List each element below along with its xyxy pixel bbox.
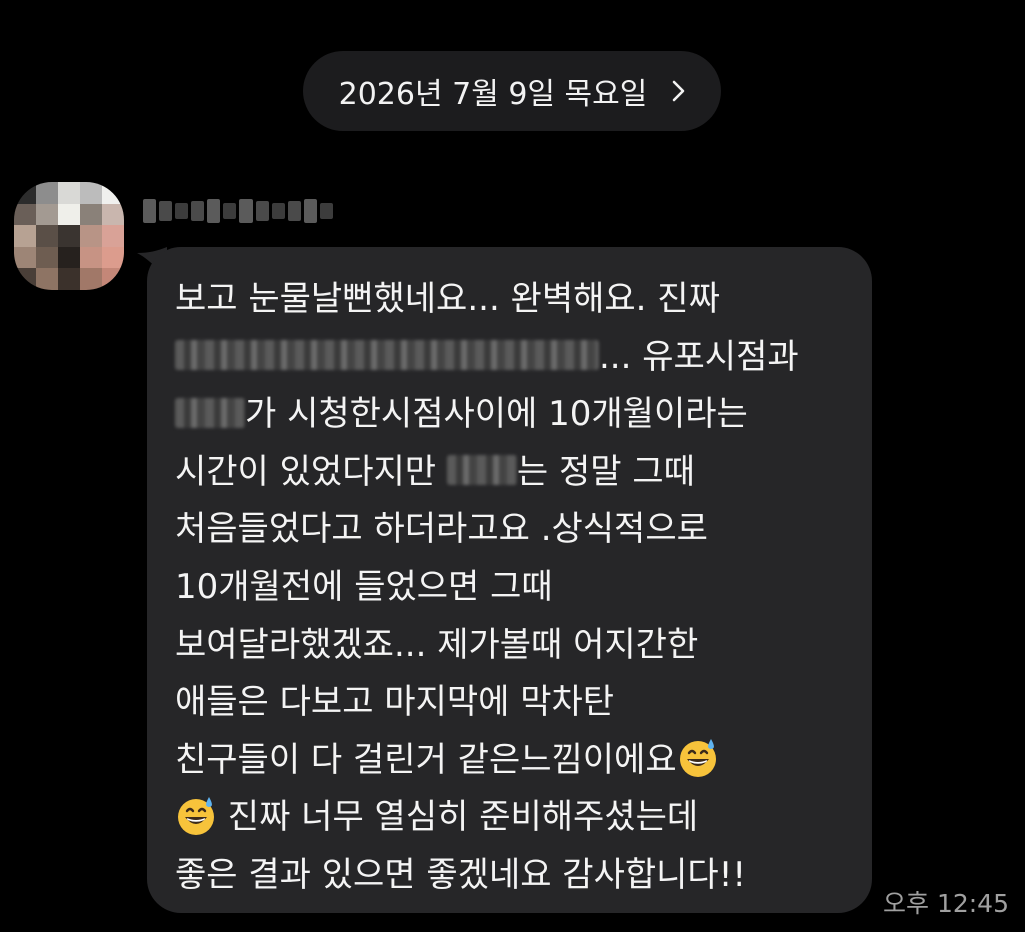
- message-line-1: 보고 눈물날뻔했네요... 완벽해요. 진짜: [175, 279, 720, 319]
- message-timestamp: 오후 12:45: [883, 889, 1009, 918]
- sender-avatar[interactable]: [14, 182, 124, 290]
- message-line-3: 가 시청한시점사이에 10개월이라는: [175, 386, 842, 444]
- message-line-10: 진짜 너무 열심히 준비해주셨는데: [175, 789, 842, 847]
- message-line-11: 좋은 결과 있으면 좋겠네요 감사합니다!!: [175, 854, 746, 895]
- grinning-face-with-sweat-emoji: [178, 796, 214, 835]
- message-line-5: 처음들었다고 하더라고요 .상식적으로: [175, 509, 708, 550]
- message-line-6: 10개월전에 들었으면 그때: [175, 566, 553, 607]
- chevron-right-icon: [673, 80, 685, 102]
- redacted-text: [175, 397, 245, 428]
- message-line-9: 친구들이 다 걸린거 같은느낌이에요: [175, 732, 842, 790]
- message-line-2: ... 유포시점과: [175, 329, 842, 387]
- message-line-8: 애들은 다보고 마지막에 막차탄: [175, 682, 615, 723]
- sender-name-redacted: [143, 194, 333, 228]
- redacted-text: [446, 455, 517, 486]
- message-line-7: 보여달라했겠죠... 제가볼때 어지간한: [175, 624, 699, 665]
- redacted-text: [175, 340, 599, 371]
- grinning-face-with-sweat-emoji: [679, 739, 716, 778]
- date-header-pill[interactable]: 2026년 7월 9일 목요일: [303, 51, 721, 131]
- message-bubble[interactable]: 보고 눈물날뻔했네요... 완벽해요. 진짜 ... 유포시점과 가 시청한시점…: [147, 247, 872, 913]
- date-label: 2026년 7월 9일 목요일: [338, 77, 648, 112]
- message-line-4: 시간이 있었다지만 는 정말 그때: [175, 451, 695, 492]
